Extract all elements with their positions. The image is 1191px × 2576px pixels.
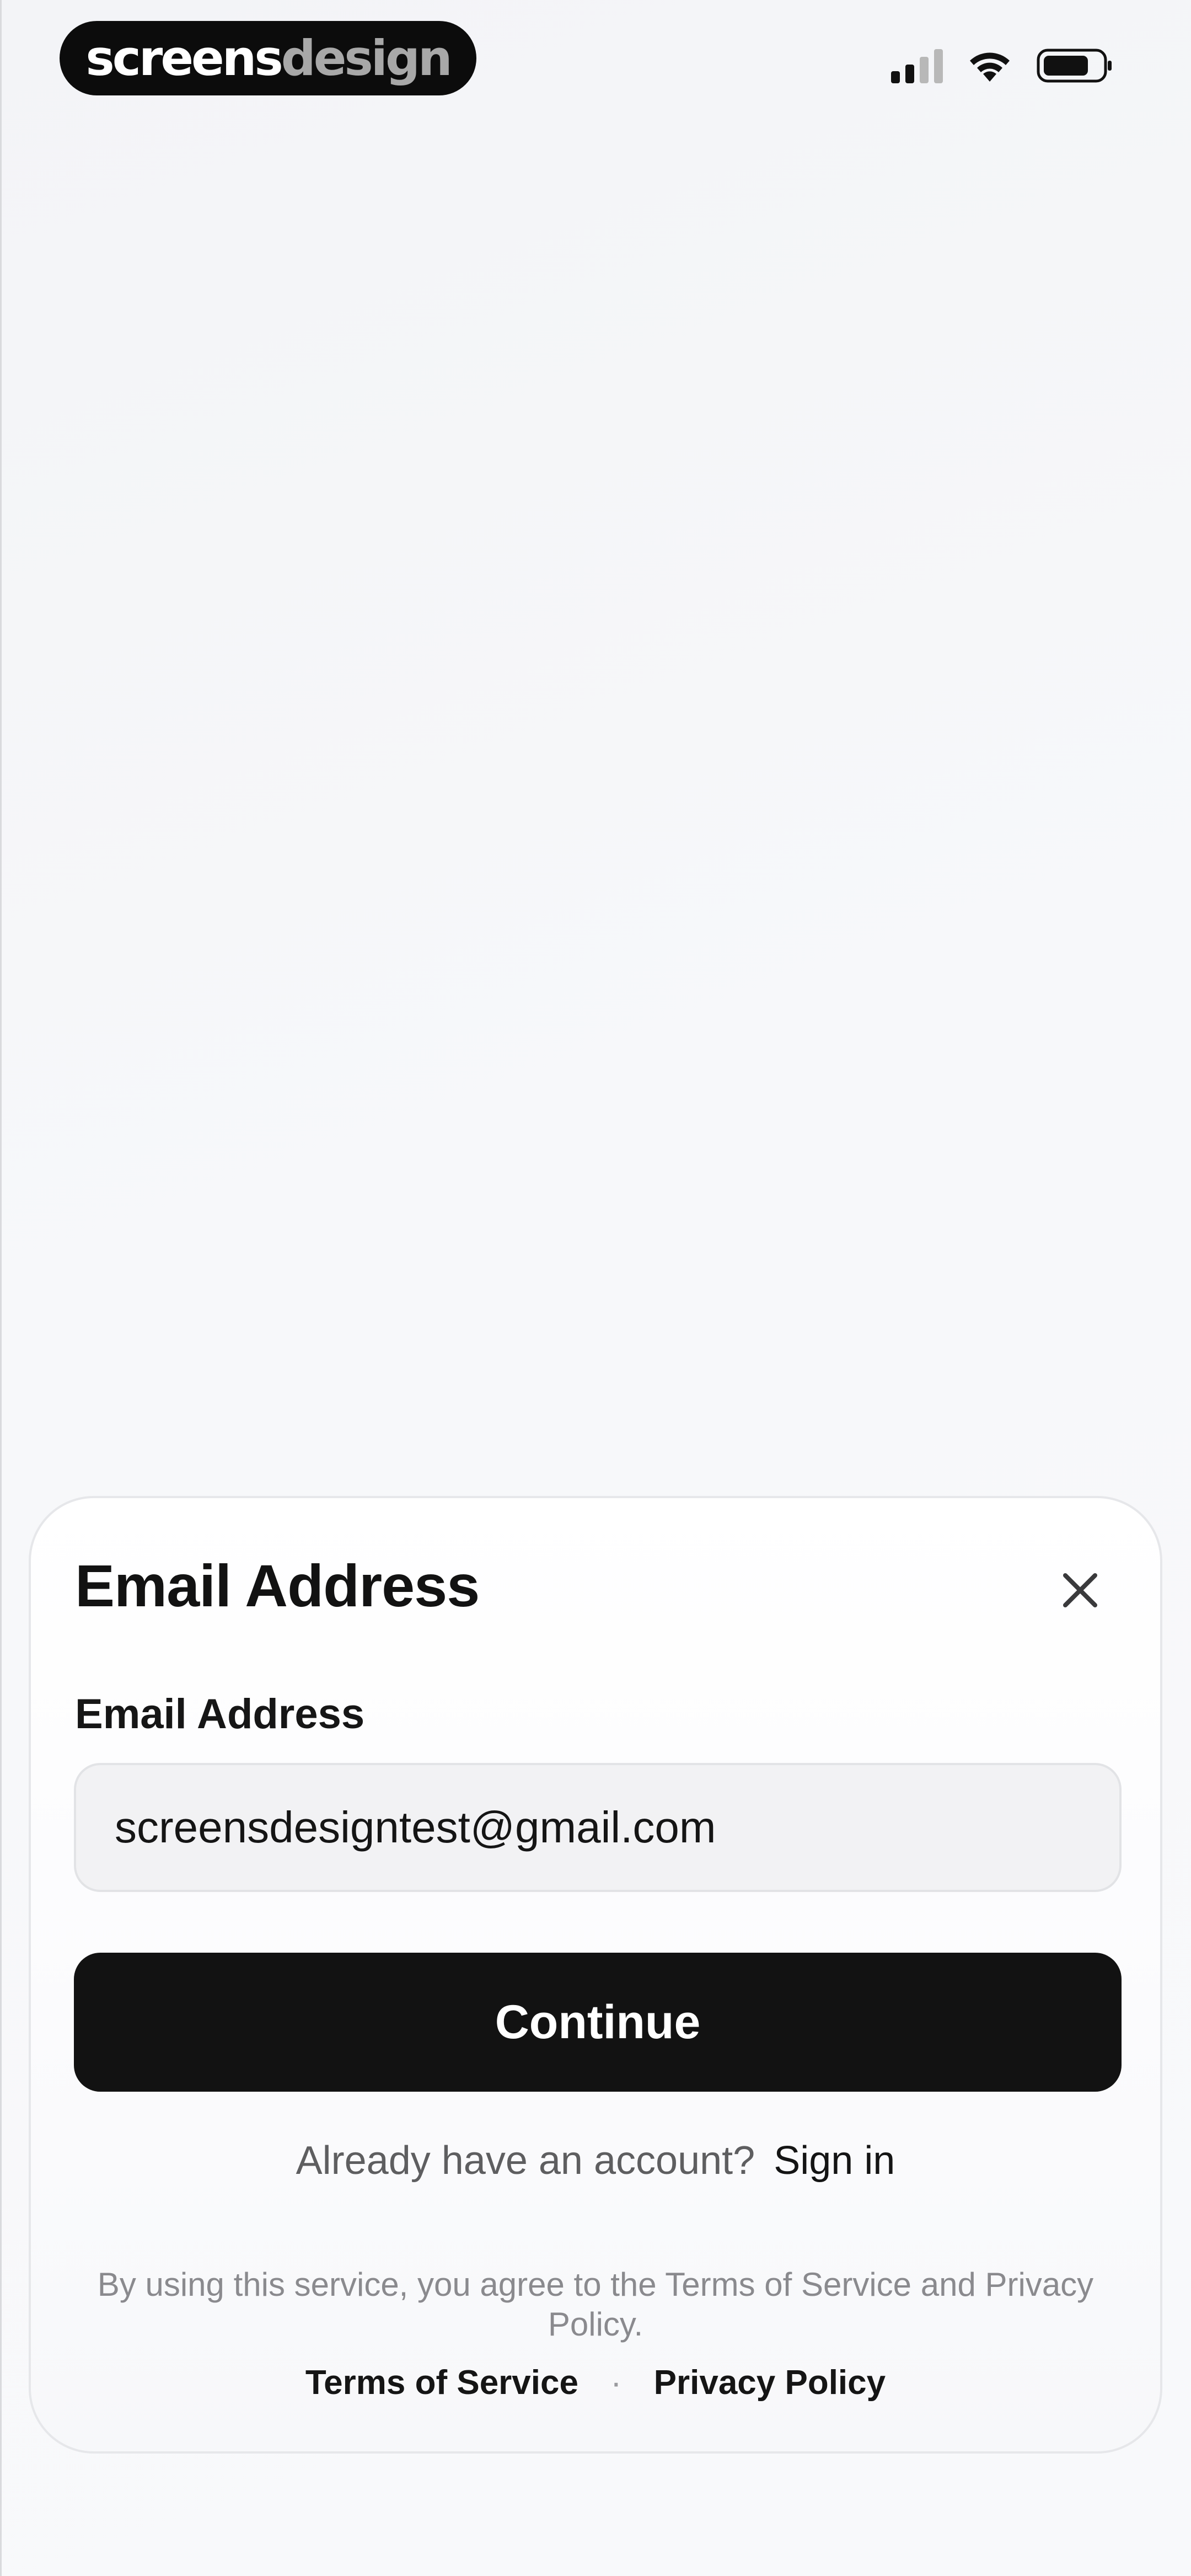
account-question: Already have an account? xyxy=(296,2139,755,2183)
privacy-policy-link[interactable]: Privacy Policy xyxy=(654,2363,886,2402)
brand-logo: screens design xyxy=(60,21,476,95)
sign-in-link[interactable]: Sign in xyxy=(774,2138,895,2183)
brand-word-design: design xyxy=(281,29,453,87)
terms-of-service-link[interactable]: Terms of Service xyxy=(305,2363,578,2402)
sheet-title: Email Address xyxy=(75,1552,480,1619)
close-icon xyxy=(1063,1573,1097,1607)
page-edge xyxy=(0,0,2,2576)
continue-button[interactable]: Continue xyxy=(74,1953,1122,2092)
email-field[interactable] xyxy=(74,1763,1122,1892)
email-field-label: Email Address xyxy=(75,1691,365,1738)
legal-links: Terms of Service · Privacy Policy xyxy=(31,2363,1160,2402)
status-icons xyxy=(891,47,1114,84)
close-button[interactable] xyxy=(1050,1560,1110,1621)
email-sheet: Email Address Email Address Continue Alr… xyxy=(29,1496,1162,2454)
battery-icon xyxy=(1037,49,1112,83)
wifi-icon xyxy=(970,52,1010,82)
cellular-signal-icon xyxy=(891,48,943,83)
legal-text: By using this service, you agree to the … xyxy=(97,2266,1094,2343)
link-separator: · xyxy=(610,2364,622,2402)
brand-word-screens: screens xyxy=(85,29,283,87)
sign-in-row: Already have an account? Sign in xyxy=(31,2138,1160,2183)
